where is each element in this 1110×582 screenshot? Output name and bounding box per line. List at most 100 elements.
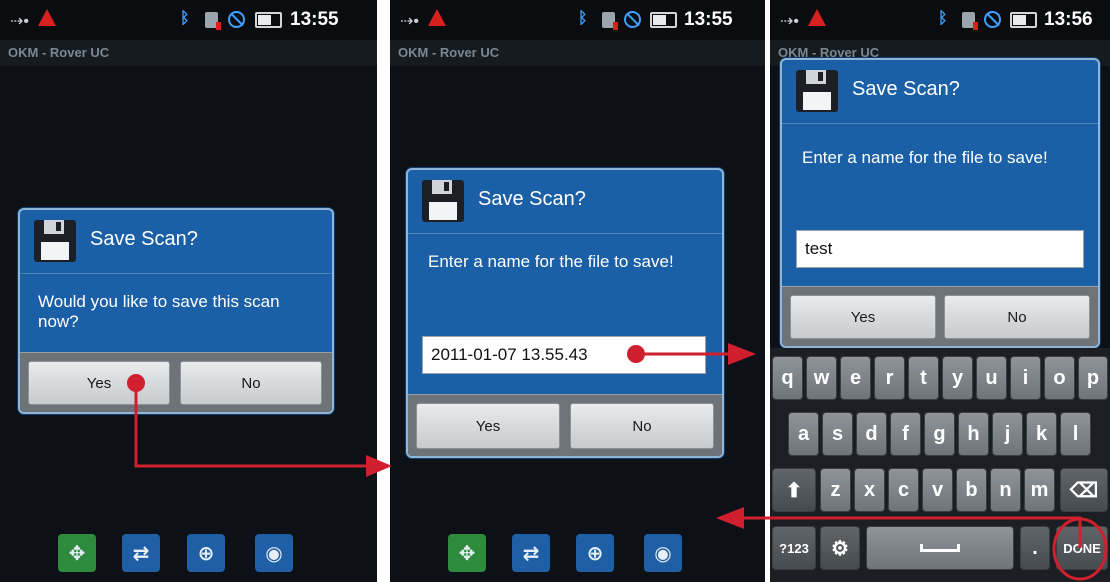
zoom-in-button[interactable]: ⊕ (187, 534, 225, 572)
gear-icon: ⚙ (831, 537, 849, 560)
key-g[interactable]: g (924, 412, 955, 456)
tutorial-stage: ⇢• ᛒ 13:55 OKM - Rover UC Save Scan? Wou… (0, 0, 1110, 582)
usb-icon: ⇢• (780, 13, 800, 30)
no-signal-icon (228, 11, 245, 28)
floppy-disk-icon (796, 70, 838, 112)
no-signal-icon (624, 11, 641, 28)
backspace-key[interactable]: ⌫ (1060, 468, 1108, 512)
phone-screen-3: ⇢• ᛒ 13:56 OKM - Rover UC Save Scan? Ent… (770, 0, 1110, 582)
zoom-in-button[interactable]: ⊕ (576, 534, 614, 572)
eye-button[interactable]: ◉ (255, 534, 293, 572)
key-f[interactable]: f (890, 412, 921, 456)
toolbar: ✥ ⇄ ⊕ ◉ (0, 522, 377, 582)
app-title: OKM - Rover UC (0, 40, 377, 66)
key-a[interactable]: a (788, 412, 819, 456)
warning-icon (808, 9, 826, 26)
period-key[interactable]: . (1020, 526, 1050, 570)
no-button[interactable]: No (180, 361, 322, 405)
key-b[interactable]: b (956, 468, 987, 512)
key-s[interactable]: s (822, 412, 853, 456)
dialog-message: Enter a name for the file to save! (802, 148, 1048, 167)
shift-icon: ⬆ (785, 479, 803, 502)
key-v[interactable]: v (922, 468, 953, 512)
key-x[interactable]: x (854, 468, 885, 512)
key-i[interactable]: i (1010, 356, 1041, 400)
key-k[interactable]: k (1026, 412, 1057, 456)
no-button[interactable]: No (570, 403, 714, 449)
zoom-in-icon: ⊕ (586, 541, 604, 565)
phone-screen-1: ⇢• ᛒ 13:55 OKM - Rover UC Save Scan? Wou… (0, 0, 377, 582)
no-signal-icon (984, 11, 1001, 28)
move-icon: ✥ (458, 541, 476, 565)
key-t[interactable]: t (908, 356, 939, 400)
key-l[interactable]: l (1060, 412, 1091, 456)
key-n[interactable]: n (990, 468, 1021, 512)
save-scan-dialog: Save Scan? Enter a name for the file to … (780, 58, 1100, 348)
shift-key[interactable]: ⬆ (772, 468, 816, 512)
bluetooth-icon: ᛒ (578, 10, 588, 27)
eye-icon: ◉ (654, 541, 672, 565)
yes-button[interactable]: Yes (790, 295, 936, 339)
key-m[interactable]: m (1024, 468, 1055, 512)
space-key[interactable] (866, 526, 1014, 570)
floppy-disk-icon (34, 220, 76, 262)
eye-icon: ◉ (265, 541, 283, 565)
key-u[interactable]: u (976, 356, 1007, 400)
key-q[interactable]: q (772, 356, 803, 400)
filename-input[interactable]: 2011-01-07 13.55.43 (422, 336, 706, 374)
key-c[interactable]: c (888, 468, 919, 512)
key-h[interactable]: h (958, 412, 989, 456)
status-bar: ⇢• ᛒ 13:56 (770, 0, 1110, 40)
phone-screen-2: ⇢• ᛒ 13:55 OKM - Rover UC Save Scan? Ent… (390, 0, 765, 582)
no-button[interactable]: No (944, 295, 1090, 339)
usb-icon: ⇢• (400, 13, 420, 30)
dialog-button-bar: Yes No (408, 394, 722, 456)
key-y[interactable]: y (942, 356, 973, 400)
key-r[interactable]: r (874, 356, 905, 400)
key-j[interactable]: j (992, 412, 1023, 456)
sim-icon (602, 12, 618, 30)
dialog-title: Save Scan? (90, 228, 198, 250)
status-time: 13:55 (684, 9, 733, 30)
key-p[interactable]: p (1078, 356, 1108, 400)
battery-icon (255, 12, 282, 28)
dialog-button-bar: Yes No (782, 286, 1098, 346)
yes-button[interactable]: Yes (416, 403, 560, 449)
sim-icon (205, 12, 221, 30)
dialog-message: Enter a name for the file to save! (428, 252, 674, 271)
status-bar: ⇢• ᛒ 13:55 (390, 0, 765, 40)
key-d[interactable]: d (856, 412, 887, 456)
status-time: 13:55 (290, 9, 339, 30)
sync-button[interactable]: ⇄ (122, 534, 160, 572)
usb-icon: ⇢• (10, 13, 30, 30)
key-e[interactable]: e (840, 356, 871, 400)
dialog-message: Would you like to save this scan now? (38, 292, 280, 331)
settings-key[interactable]: ⚙ (820, 526, 860, 570)
move-button[interactable]: ✥ (448, 534, 486, 572)
key-o[interactable]: o (1044, 356, 1075, 400)
sync-icon: ⇄ (132, 541, 150, 565)
dialog-button-bar: Yes No (20, 352, 332, 412)
done-key[interactable]: DONE (1056, 526, 1108, 570)
symbols-key[interactable]: ?123 (772, 526, 816, 570)
app-title: OKM - Rover UC (390, 40, 765, 66)
dialog-header: Save Scan? (20, 210, 332, 274)
yes-button[interactable]: Yes (28, 361, 170, 405)
battery-icon (650, 12, 677, 28)
eye-button[interactable]: ◉ (644, 534, 682, 572)
key-z[interactable]: z (820, 468, 851, 512)
backspace-icon: ⌫ (1069, 479, 1099, 502)
zoom-in-icon: ⊕ (197, 541, 215, 565)
warning-icon (428, 9, 446, 26)
toolbar: ✥ ⇄ ⊕ ◉ (390, 522, 765, 582)
filename-input[interactable]: test (796, 230, 1084, 268)
key-w[interactable]: w (806, 356, 837, 400)
warning-icon (38, 9, 56, 26)
dialog-header: Save Scan? (408, 170, 722, 234)
move-button[interactable]: ✥ (58, 534, 96, 572)
battery-icon (1010, 12, 1037, 28)
sync-button[interactable]: ⇄ (512, 534, 550, 572)
floppy-disk-icon (422, 180, 464, 222)
dialog-title: Save Scan? (852, 78, 960, 100)
soft-keyboard: q w e r t y u i o p a s d f g h j k l ⬆ … (770, 348, 1110, 582)
